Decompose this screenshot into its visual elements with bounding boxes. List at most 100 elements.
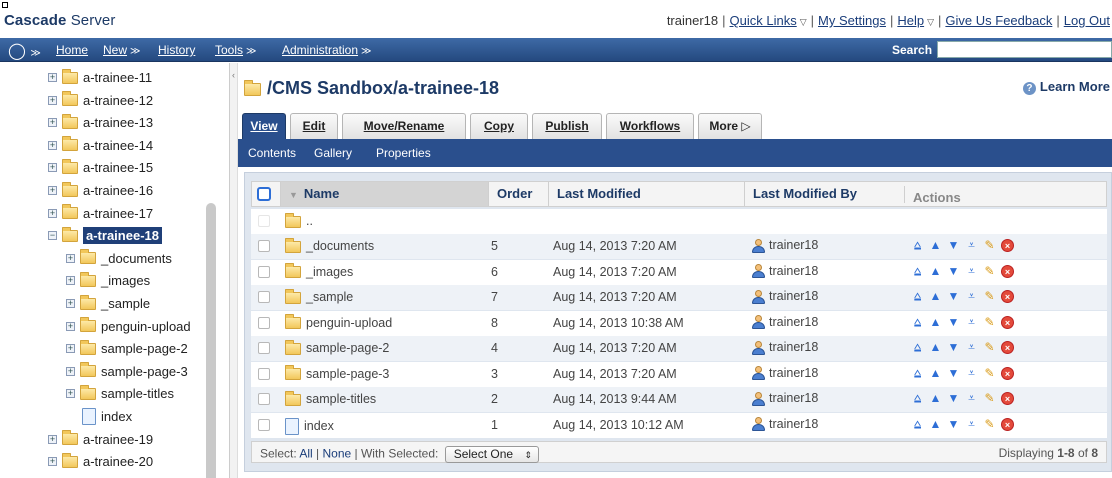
row-checkbox[interactable] [258, 418, 270, 431]
table-row[interactable]: sample-titles 2 Aug 14, 2013 9:44 AM traine… [251, 387, 1107, 412]
row-checkbox[interactable] [258, 316, 270, 329]
move-up-icon[interactable]: ▲ [929, 392, 942, 405]
move-to-bottom-icon[interactable]: ⩡ [965, 264, 978, 278]
expand-icon[interactable]: + [66, 344, 75, 354]
move-up-icon[interactable]: ▲ [929, 315, 942, 329]
parent-folder-link[interactable]: .. [306, 214, 313, 228]
edit-pencil-icon[interactable]: ✎ [983, 264, 996, 278]
table-row[interactable]: _sample 7 Aug 14, 2013 7:20 AM trainer18 ⩠ ▲ ▼… [251, 285, 1107, 310]
delete-icon[interactable]: × [1001, 315, 1014, 329]
edit-pencil-icon[interactable]: ✎ [983, 392, 996, 405]
move-to-bottom-icon[interactable]: ⩡ [965, 315, 978, 329]
move-down-icon[interactable]: ▼ [947, 366, 960, 380]
move-up-icon[interactable]: ▲ [929, 341, 942, 354]
move-to-top-icon[interactable]: ⩠ [911, 290, 924, 303]
table-row[interactable]: sample-page-3 3 Aug 14, 2013 7:20 AM traine… [251, 361, 1107, 387]
table-row[interactable]: .. [251, 209, 1107, 234]
pane-splitter[interactable] [230, 63, 238, 478]
subtab-contents[interactable]: Contents [248, 146, 296, 160]
tree-item[interactable]: + sample-page-2 [66, 339, 188, 360]
chevron-down-icon[interactable]: ▽ [800, 17, 807, 27]
asset-name-link[interactable]: index [304, 418, 334, 432]
move-to-top-icon[interactable]: ⩠ [911, 392, 924, 405]
tab-more[interactable]: More ▷ [698, 113, 762, 139]
expand-icon[interactable]: + [48, 434, 57, 444]
edit-pencil-icon[interactable]: ✎ [983, 290, 996, 303]
edit-pencil-icon[interactable]: ✎ [983, 366, 996, 380]
move-to-bottom-icon[interactable]: ⩡ [965, 239, 978, 252]
tree-item[interactable]: + sample-titles [66, 384, 174, 405]
asset-name-link[interactable]: sample-titles [306, 392, 376, 406]
modified-by-value[interactable]: trainer18 [769, 289, 818, 303]
move-to-bottom-icon[interactable]: ⩡ [965, 392, 978, 405]
tree-item[interactable]: + _documents [66, 249, 172, 270]
select-all-checkbox[interactable] [257, 187, 271, 201]
expand-icon[interactable]: + [66, 299, 75, 309]
move-up-icon[interactable]: ▲ [929, 290, 942, 303]
move-down-icon[interactable]: ▼ [947, 315, 960, 329]
delete-icon[interactable]: × [1001, 417, 1014, 431]
nav-tools[interactable]: Tools ≫ [215, 43, 256, 57]
row-checkbox[interactable] [258, 240, 270, 252]
cascade-logo-icon[interactable]: ◯ ≫ [8, 41, 44, 60]
expand-icon[interactable]: + [48, 186, 57, 196]
help-link[interactable]: Help [897, 13, 924, 28]
table-row[interactable]: _documents 5 Aug 14, 2013 7:20 AM trainer18… [251, 234, 1107, 259]
asset-name-link[interactable]: sample-page-3 [306, 367, 389, 381]
expand-icon[interactable]: + [48, 118, 57, 128]
table-row[interactable]: sample-page-2 4 Aug 14, 2013 7:20 AM traine… [251, 336, 1107, 361]
table-row[interactable]: index 1 Aug 14, 2013 10:12 AM trainer18 ⩠ ▲ ▼ ⩡… [251, 412, 1107, 438]
logout-link[interactable]: Log Out [1064, 13, 1110, 28]
move-to-top-icon[interactable]: ⩠ [911, 341, 924, 354]
tree-item[interactable]: + a-trainee-19 [48, 430, 153, 451]
chevron-down-icon[interactable]: ▽ [927, 17, 934, 27]
edit-pencil-icon[interactable]: ✎ [983, 315, 996, 329]
delete-icon[interactable]: × [1001, 341, 1014, 355]
move-to-top-icon[interactable]: ⩠ [911, 264, 924, 278]
row-checkbox[interactable] [258, 393, 270, 405]
tab-view[interactable]: View [242, 113, 286, 139]
tree-item[interactable]: + a-trainee-15 [48, 158, 153, 179]
app-logo[interactable]: Cascade Server [4, 12, 115, 29]
expand-icon[interactable]: + [48, 95, 57, 105]
column-order[interactable]: Order [488, 182, 548, 206]
asset-name-link[interactable]: _sample [306, 290, 353, 304]
delete-icon[interactable]: × [1001, 366, 1014, 380]
tree-item[interactable]: + a-trainee-20 [48, 452, 153, 473]
delete-icon[interactable]: × [1001, 392, 1014, 406]
tree-item[interactable]: index [82, 408, 132, 428]
move-to-bottom-icon[interactable]: ⩡ [965, 366, 978, 380]
tab-copy[interactable]: Copy [470, 113, 528, 139]
expand-icon[interactable]: + [66, 389, 75, 399]
row-checkbox[interactable] [258, 367, 270, 380]
tree-item[interactable]: + sample-page-3 [66, 362, 188, 383]
move-to-bottom-icon[interactable]: ⩡ [965, 290, 978, 303]
bulk-action-select[interactable]: Select One ⇕ [444, 446, 539, 463]
modified-by-value[interactable]: trainer18 [769, 264, 818, 278]
select-none-link[interactable]: None [323, 447, 352, 461]
edit-pencil-icon[interactable]: ✎ [983, 239, 996, 252]
modified-by-value[interactable]: trainer18 [769, 238, 818, 252]
modified-by-value[interactable]: trainer18 [769, 391, 818, 405]
learn-more-link[interactable]: ? Learn More [1022, 79, 1110, 95]
tab-edit[interactable]: Edit [290, 113, 338, 139]
feedback-link[interactable]: Give Us Feedback [945, 13, 1052, 28]
move-to-top-icon[interactable]: ⩠ [911, 366, 924, 380]
asset-name-link[interactable]: _images [306, 265, 353, 279]
move-to-top-icon[interactable]: ⩠ [911, 315, 924, 329]
expand-icon[interactable]: + [48, 73, 57, 83]
delete-icon[interactable]: × [1001, 264, 1014, 278]
tree-item[interactable]: + penguin-upload [66, 317, 191, 338]
tab-workflows[interactable]: Workflows [606, 113, 694, 139]
modified-by-value[interactable]: trainer18 [769, 315, 818, 329]
modified-by-value[interactable]: trainer18 [769, 340, 818, 354]
move-to-bottom-icon[interactable]: ⩡ [965, 341, 978, 354]
move-to-top-icon[interactable]: ⩠ [911, 239, 924, 252]
expand-icon[interactable]: + [66, 321, 75, 331]
tab-move-rename[interactable]: Move/Rename [342, 113, 466, 139]
move-to-bottom-icon[interactable]: ⩡ [965, 417, 978, 431]
select-all-link[interactable]: All [299, 447, 312, 461]
tree-item[interactable]: + a-trainee-16 [48, 181, 153, 202]
column-last-modified[interactable]: Last Modified [548, 182, 744, 206]
row-checkbox[interactable] [258, 342, 270, 354]
